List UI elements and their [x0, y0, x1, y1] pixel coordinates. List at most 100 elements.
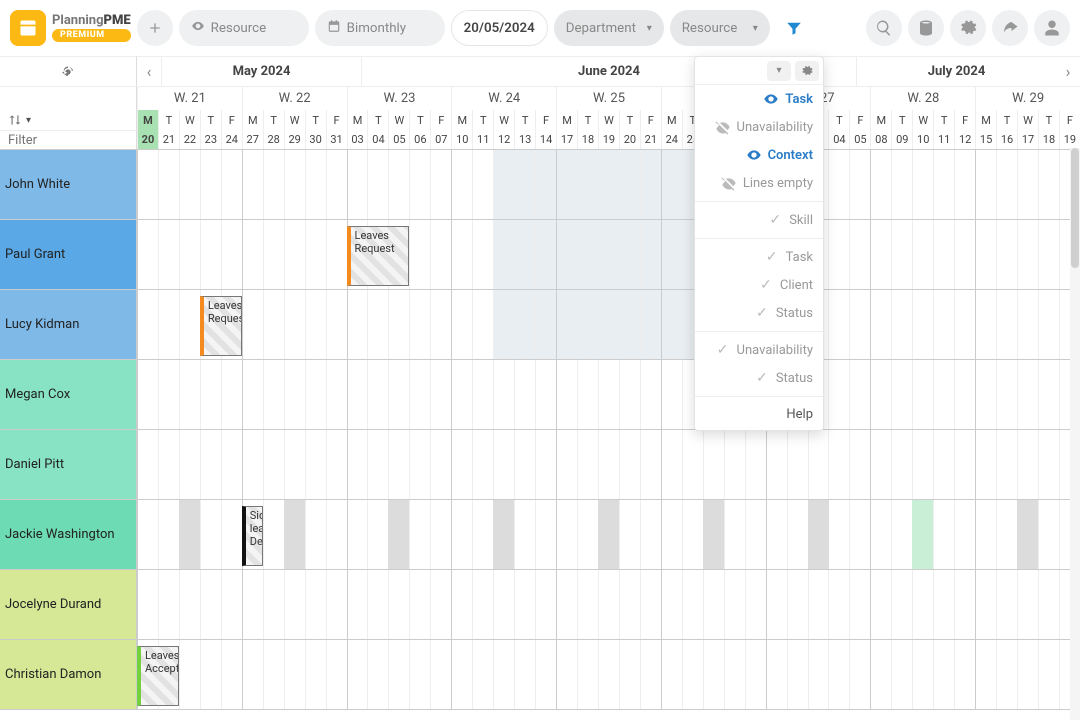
grid-cell[interactable]: [640, 570, 661, 639]
grid-cell[interactable]: [577, 640, 598, 709]
grid-cell[interactable]: [828, 150, 849, 219]
grid-cell[interactable]: [619, 430, 640, 499]
grid-cell[interactable]: [870, 220, 891, 289]
grid-cell[interactable]: [451, 430, 472, 499]
grid-cell[interactable]: [305, 220, 326, 289]
filter-button[interactable]: [776, 10, 812, 46]
grid-cell[interactable]: [849, 640, 870, 709]
grid-cell[interactable]: [284, 220, 305, 289]
grid-cell[interactable]: [577, 500, 598, 569]
grid-cell[interactable]: [367, 500, 388, 569]
grid-cell[interactable]: [891, 360, 912, 429]
grid-cell[interactable]: [870, 500, 891, 569]
grid-cell[interactable]: [347, 640, 368, 709]
resource-label[interactable]: Paul Grant: [0, 220, 137, 289]
grid-cell[interactable]: [263, 150, 284, 219]
grid-cell[interactable]: [535, 500, 556, 569]
grid-cell[interactable]: [409, 290, 430, 359]
grid-cell[interactable]: [682, 640, 703, 709]
grid-cell[interactable]: [305, 570, 326, 639]
grid-cell[interactable]: [451, 500, 472, 569]
grid-cell[interactable]: [137, 290, 158, 359]
resource-label[interactable]: Megan Cox: [0, 360, 137, 429]
grid-cell[interactable]: [409, 570, 430, 639]
grid-cell[interactable]: [347, 360, 368, 429]
grid-cell[interactable]: [849, 290, 870, 359]
grid-cell[interactable]: [430, 150, 451, 219]
grid-cell[interactable]: [242, 220, 263, 289]
grid-cell[interactable]: [556, 220, 577, 289]
panel-item-status2[interactable]: ✓Status: [695, 364, 823, 392]
panel-dropdown[interactable]: ▾: [767, 61, 791, 81]
grid-cell[interactable]: [158, 360, 179, 429]
grid-cell[interactable]: [870, 150, 891, 219]
grid-cell[interactable]: [326, 150, 347, 219]
grid-cell[interactable]: [430, 220, 451, 289]
grid-cell[interactable]: [975, 570, 996, 639]
grid-cell[interactable]: [284, 290, 305, 359]
grid-cell[interactable]: [556, 430, 577, 499]
grid-cell[interactable]: [409, 430, 430, 499]
grid-cell[interactable]: [514, 220, 535, 289]
grid-cell[interactable]: [598, 430, 619, 499]
grid-cell[interactable]: [430, 500, 451, 569]
grid-cell[interactable]: [326, 570, 347, 639]
grid-cell[interactable]: [451, 220, 472, 289]
grid-cell[interactable]: [891, 220, 912, 289]
event-block[interactable]: Sick leave Declared: [242, 506, 263, 566]
grid-cell[interactable]: [556, 500, 577, 569]
grid-cell[interactable]: [870, 570, 891, 639]
grid-cell[interactable]: [933, 360, 954, 429]
event-block[interactable]: Leaves Request: [200, 296, 242, 356]
grid-cell[interactable]: [305, 500, 326, 569]
grid-cell[interactable]: [535, 290, 556, 359]
grid-cell[interactable]: [849, 150, 870, 219]
grid-cell[interactable]: [493, 570, 514, 639]
grid-cell[interactable]: [640, 150, 661, 219]
grid-cell[interactable]: [954, 430, 975, 499]
grid-cell[interactable]: [619, 360, 640, 429]
grid-cell[interactable]: [933, 430, 954, 499]
resource-dropdown[interactable]: Resource: [179, 10, 309, 46]
grid-cell[interactable]: [640, 220, 661, 289]
grid-cell[interactable]: [682, 500, 703, 569]
grid-cell[interactable]: [556, 150, 577, 219]
grid-cell[interactable]: [493, 360, 514, 429]
grid-cell[interactable]: [326, 220, 347, 289]
grid-cell[interactable]: [305, 360, 326, 429]
grid-cell[interactable]: [242, 570, 263, 639]
grid-cell[interactable]: [284, 570, 305, 639]
grid-cell[interactable]: [451, 290, 472, 359]
grid-cell[interactable]: [242, 150, 263, 219]
grid-cell[interactable]: [472, 500, 493, 569]
grid-cell[interactable]: [430, 360, 451, 429]
grid-cell[interactable]: [870, 290, 891, 359]
grid-cell[interactable]: [619, 640, 640, 709]
grid-cell[interactable]: [891, 640, 912, 709]
grid-cell[interactable]: [535, 360, 556, 429]
grid-cell[interactable]: [828, 290, 849, 359]
grid-cell[interactable]: [179, 220, 200, 289]
grid-cell[interactable]: [849, 500, 870, 569]
grid-cell[interactable]: [556, 290, 577, 359]
database-button[interactable]: [908, 10, 944, 46]
grid-cell[interactable]: [451, 570, 472, 639]
grid-cell[interactable]: [766, 430, 787, 499]
grid-cell[interactable]: [933, 640, 954, 709]
grid-cell[interactable]: [808, 430, 829, 499]
grid-cell[interactable]: [975, 360, 996, 429]
grid-cell[interactable]: [137, 500, 158, 569]
grid-cell[interactable]: [1017, 430, 1038, 499]
grid-cell[interactable]: [535, 150, 556, 219]
grid-cell[interactable]: [430, 570, 451, 639]
department-dropdown[interactable]: Department ▾: [554, 10, 664, 46]
grid-cell[interactable]: [870, 360, 891, 429]
date-input[interactable]: 20/05/2024: [451, 10, 548, 46]
grid-cell[interactable]: [493, 290, 514, 359]
grid-cell[interactable]: [724, 640, 745, 709]
panel-item-help[interactable]: Help: [695, 401, 823, 428]
grid-cell[interactable]: [347, 150, 368, 219]
grid-cell[interactable]: [912, 640, 933, 709]
grid-cell[interactable]: [388, 290, 409, 359]
grid-cell[interactable]: [954, 150, 975, 219]
